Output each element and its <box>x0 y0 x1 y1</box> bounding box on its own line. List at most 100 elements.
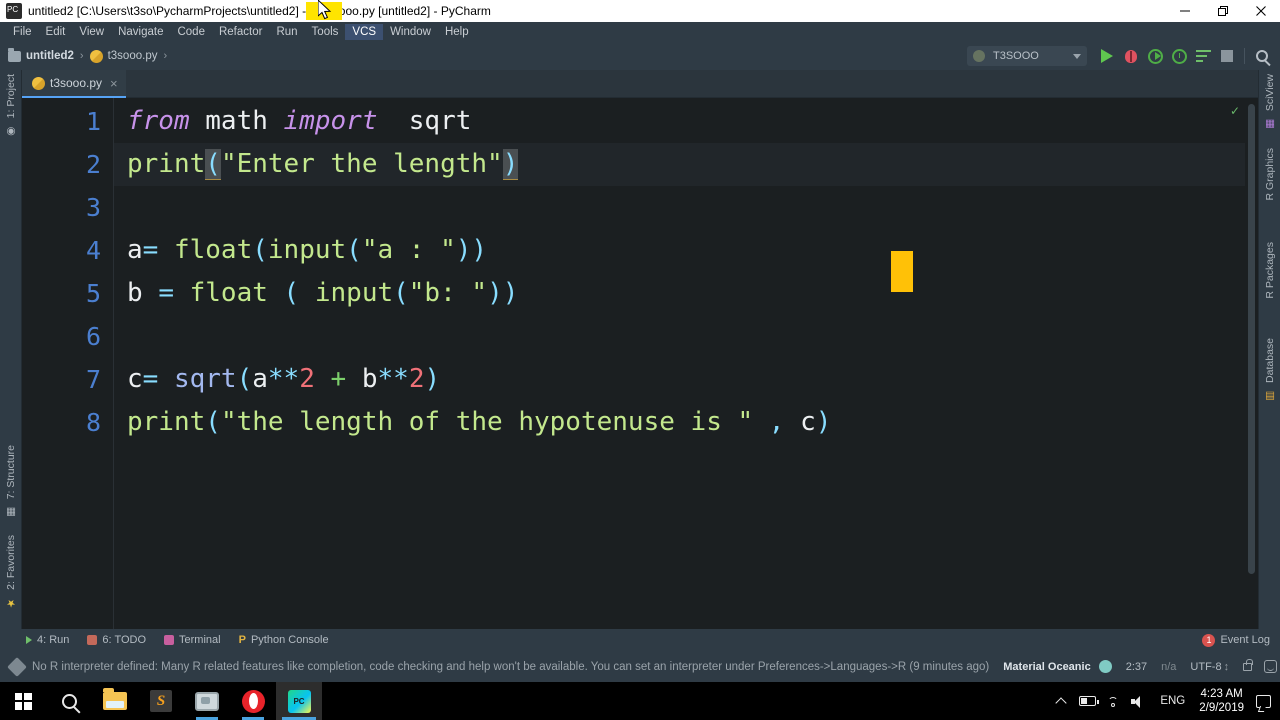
sidebar-item-database[interactable]: ▤ Database <box>1259 338 1280 402</box>
breadcrumb-separator-2: › <box>163 50 168 62</box>
menu-file[interactable]: File <box>6 24 39 40</box>
status-message[interactable]: No R interpreter defined: Many R related… <box>32 661 989 673</box>
editor-tab-t3sooo[interactable]: t3sooo.py × <box>22 70 126 98</box>
menu-window[interactable]: Window <box>383 24 438 40</box>
stop-button[interactable] <box>1215 45 1239 67</box>
theme-name[interactable]: Material Oceanic <box>1003 661 1090 673</box>
editor-tab-bar: t3sooo.py × <box>22 70 1258 98</box>
cursor-position[interactable]: 2:37 <box>1126 661 1147 673</box>
menu-navigate[interactable]: Navigate <box>111 24 170 40</box>
sublime-text-button[interactable]: S <box>138 682 184 720</box>
project-icon: ◉ <box>5 122 17 138</box>
sidebar-item-sciview[interactable]: ▦ SciView <box>1259 74 1280 130</box>
cursor-highlight <box>306 2 342 20</box>
tool-window-todo[interactable]: 6: TODO <box>87 634 146 646</box>
token-string-enter-length: "Enter the length" <box>220 149 503 179</box>
token-number-2b: 2 <box>408 364 425 394</box>
menu-edit[interactable]: Edit <box>39 24 73 40</box>
menu-code[interactable]: Code <box>170 24 212 40</box>
token-string-b-prompt: "b: " <box>408 278 488 308</box>
menu-run[interactable]: Run <box>269 24 304 40</box>
action-center-button[interactable] <box>1250 682 1276 720</box>
sidebar-item-project[interactable]: ◉ 1: Project <box>0 74 22 137</box>
menu-view[interactable]: View <box>72 24 111 40</box>
line-separator[interactable]: n/a <box>1161 661 1176 673</box>
database-icon: ▤ <box>1264 386 1276 402</box>
sidebar-structure-label: 7: Structure <box>5 445 17 500</box>
close-button[interactable] <box>1242 0 1280 22</box>
run-tests-button[interactable] <box>1191 45 1215 67</box>
menu-refactor[interactable]: Refactor <box>212 24 269 40</box>
opera-button[interactable] <box>230 682 276 720</box>
token-plus: + <box>314 364 362 394</box>
editor-scrollbar-thumb[interactable] <box>1248 104 1255 574</box>
battery-button[interactable] <box>1074 682 1100 720</box>
sidebar-item-r-packages[interactable]: R Packages <box>1259 242 1280 299</box>
search-everywhere-button[interactable] <box>1250 45 1274 67</box>
code-editor[interactable]: 1 2 3 4 5 6 7 8 from math import sqrt pr… <box>22 98 1258 629</box>
tool-window-run[interactable]: 4: Run <box>26 634 69 646</box>
debug-button[interactable] <box>1119 45 1143 67</box>
sidebar-r-packages-label: R Packages <box>1264 242 1276 299</box>
opera-icon <box>241 689 265 713</box>
clock-date: 2/9/2019 <box>1199 702 1244 714</box>
breadcrumb-item-project[interactable]: untitled2 <box>8 47 74 62</box>
token-paren: ( <box>393 278 409 308</box>
media-app-button[interactable] <box>184 682 230 720</box>
pycharm-button[interactable] <box>276 682 322 720</box>
python-file-icon <box>32 76 45 90</box>
clock[interactable]: 4:23 AM 2/9/2019 <box>1199 687 1244 716</box>
run-configuration-selector[interactable]: T3SOOO <box>967 46 1087 66</box>
breadcrumb-item-file[interactable]: t3sooo.py <box>89 49 158 63</box>
close-icon[interactable]: × <box>110 77 118 90</box>
token-number-2a: 2 <box>299 364 315 394</box>
event-log-button[interactable]: Event Log <box>1220 634 1270 646</box>
clock-time: 4:23 AM <box>1200 687 1243 700</box>
token-string-hypotenuse: "the length of the hypotenuse is " <box>220 407 754 437</box>
file-explorer-button[interactable] <box>92 682 138 720</box>
token-func-sqrt: sqrt <box>158 364 237 394</box>
feedback-face-icon[interactable] <box>1264 660 1278 673</box>
menu-help[interactable]: Help <box>438 24 476 40</box>
inspection-status-icon[interactable]: ✓ <box>1230 104 1240 118</box>
menu-vcs[interactable]: VCS <box>345 24 384 40</box>
tool-window-terminal[interactable]: Terminal <box>164 634 221 646</box>
lock-icon[interactable] <box>1243 658 1253 671</box>
show-hidden-icons-button[interactable] <box>1048 682 1074 720</box>
run-with-coverage-button[interactable] <box>1143 45 1167 67</box>
network-button[interactable] <box>1100 682 1126 720</box>
volume-button[interactable] <box>1126 682 1152 720</box>
sidebar-item-structure[interactable]: ▦ 7: Structure <box>0 445 22 518</box>
editor-scrollbar-track[interactable] <box>1245 98 1258 629</box>
minimize-button[interactable] <box>1166 0 1204 22</box>
wifi-icon <box>1105 695 1122 707</box>
maximize-restore-button[interactable] <box>1204 0 1242 22</box>
sidebar-item-favorites[interactable]: ★ 2: Favorites <box>0 535 22 609</box>
editor-gutter[interactable]: 1 2 3 4 5 6 7 8 <box>22 98 114 629</box>
token-rparen-highlight: ) <box>502 149 519 180</box>
token-paren: ( <box>283 278 300 308</box>
menu-tools[interactable]: Tools <box>305 24 346 40</box>
line-number: 2 <box>85 150 101 179</box>
token-paren: ( <box>205 407 221 437</box>
code-line-2: print("Enter the length") <box>127 143 519 186</box>
system-tray: ENG 4:23 AM 2/9/2019 <box>1048 682 1280 720</box>
breadcrumb-file-label: t3sooo.py <box>107 50 158 62</box>
chevron-up-icon <box>1055 696 1067 709</box>
file-encoding[interactable]: UTF-8 <box>1190 661 1221 673</box>
token-func-print: print <box>127 149 206 179</box>
pycharm-window: untitled2 [C:\Users\t3so\PycharmProjects… <box>0 0 1280 720</box>
language-indicator[interactable]: ENG <box>1160 695 1185 707</box>
tool-window-python-console[interactable]: P Python Console <box>239 634 329 646</box>
token-power-2: ** <box>377 364 409 394</box>
line-number: 8 <box>85 408 101 437</box>
line-number: 1 <box>85 107 101 136</box>
profile-button[interactable] <box>1167 45 1191 67</box>
token-var-c: c <box>127 364 143 394</box>
editor-code-area[interactable]: from math import sqrt print("Enter the l… <box>115 98 1258 629</box>
run-button[interactable] <box>1095 45 1119 67</box>
battery-icon <box>1078 696 1099 706</box>
start-button[interactable] <box>0 682 46 720</box>
sidebar-item-r-graphics[interactable]: R Graphics <box>1259 148 1280 201</box>
search-button[interactable] <box>46 682 92 720</box>
